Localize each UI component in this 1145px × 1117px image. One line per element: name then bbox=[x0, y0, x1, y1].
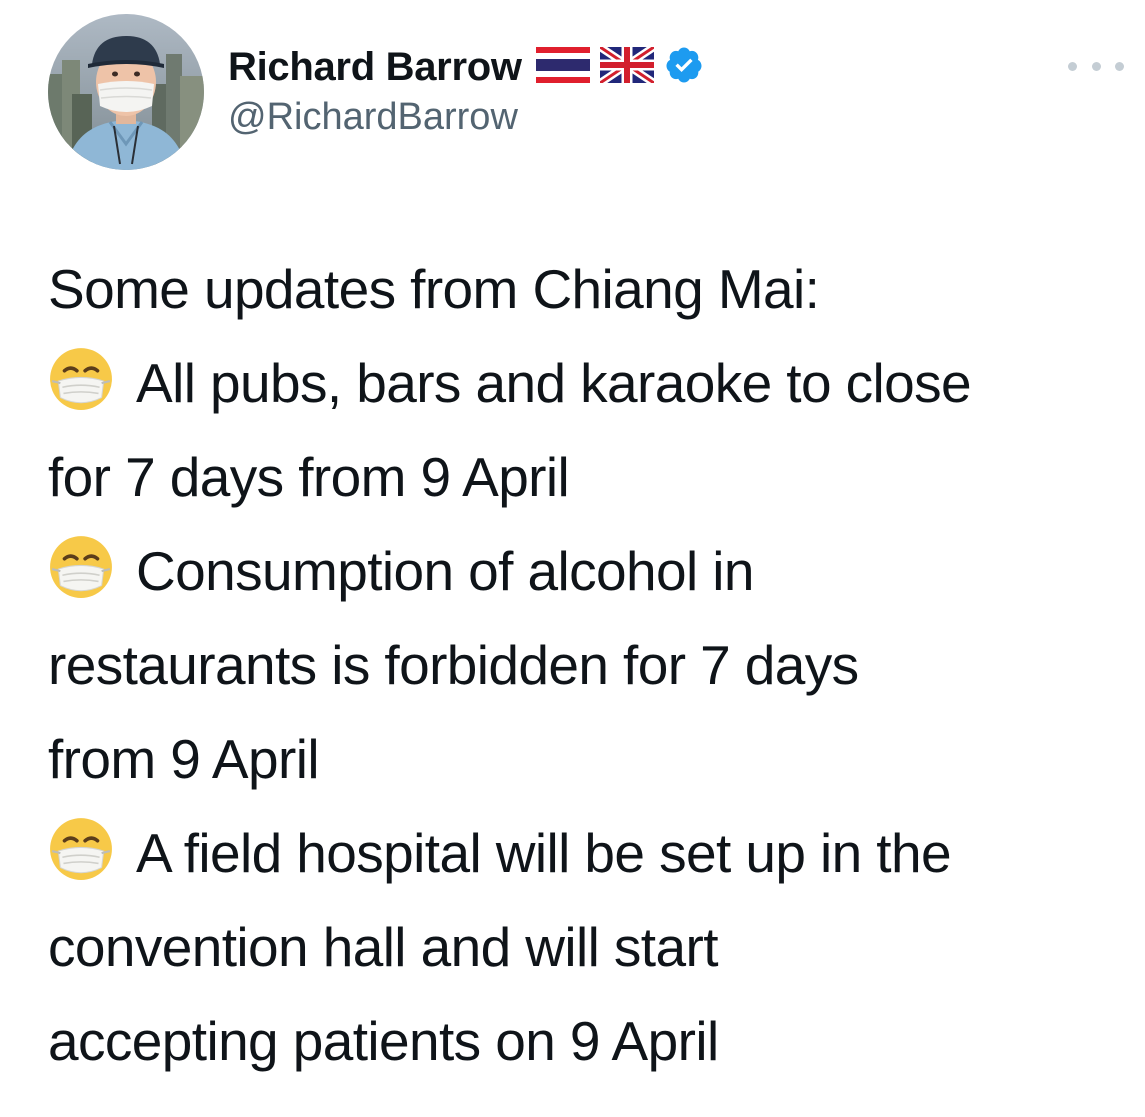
tweet-bullet-line: Consumption of alcohol in bbox=[48, 524, 1128, 618]
tweet-line: convention hall and will start bbox=[48, 916, 718, 978]
display-name[interactable]: Richard Barrow bbox=[228, 45, 522, 90]
face-with-medical-mask-emoji bbox=[50, 536, 112, 598]
uk-flag-icon bbox=[597, 43, 656, 88]
tweet-line: for 7 days from 9 April bbox=[48, 446, 570, 508]
more-icon[interactable] bbox=[1068, 54, 1124, 78]
more-dot bbox=[1068, 61, 1077, 71]
tweet-line: All pubs, bars and karaoke to close bbox=[136, 352, 972, 414]
avatar[interactable] bbox=[48, 14, 204, 170]
thailand-flag-icon bbox=[535, 46, 590, 88]
tweet-line: Some updates from Chiang Mai: bbox=[48, 258, 820, 320]
tweet-line: restaurants is forbidden for 7 days bbox=[48, 634, 859, 696]
face-with-medical-mask-emoji bbox=[50, 348, 112, 410]
tweet-line: from 9 April bbox=[48, 728, 320, 790]
tweet-card: Richard Barrow @RichardBarrow Some updat… bbox=[0, 0, 1145, 1117]
user-handle[interactable]: @RichardBarrow bbox=[228, 96, 518, 139]
tweet-line: A field hospital will be set up in the bbox=[136, 822, 952, 884]
tweet-bullet-line: All pubs, bars and karaoke to close bbox=[48, 336, 1128, 430]
tweet-text: Some updates from Chiang Mai: All pubs, … bbox=[48, 242, 1128, 1088]
face-with-medical-mask-emoji bbox=[50, 818, 112, 880]
more-dot bbox=[1091, 61, 1101, 71]
tweet-line: Consumption of alcohol in bbox=[136, 540, 754, 602]
tweet-bullet-line: A field hospital will be set up in the bbox=[48, 806, 1128, 900]
more-dot bbox=[1115, 61, 1124, 71]
avatar-photo bbox=[48, 14, 204, 170]
verified-badge-icon bbox=[664, 45, 704, 90]
author-name-row: Richard Barrow bbox=[228, 40, 704, 94]
tweet-line: accepting patients on 9 April bbox=[48, 1010, 719, 1072]
